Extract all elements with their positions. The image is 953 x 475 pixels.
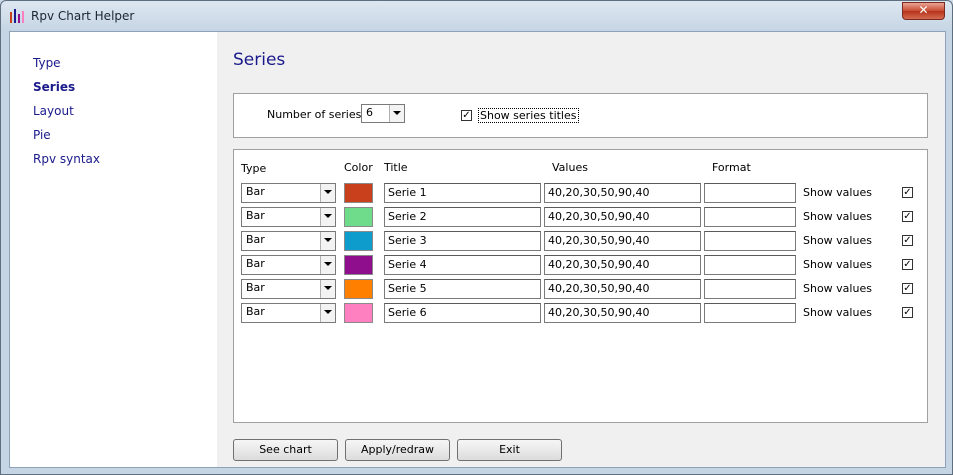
series-format-input[interactable] — [704, 183, 796, 203]
series-type-select[interactable]: Bar — [241, 207, 336, 227]
show-values-checkbox[interactable]: ✓ — [902, 307, 913, 318]
number-of-series-value: 6 — [366, 106, 373, 119]
sidebar-item-layout[interactable]: Layout — [33, 104, 74, 118]
chevron-down-icon[interactable] — [320, 256, 335, 274]
column-header-title: Title — [384, 161, 408, 174]
show-values-label: Show values — [803, 210, 872, 223]
show-values-checkbox[interactable]: ✓ — [902, 283, 913, 294]
series-row: Bar Serie 2 40,20,30,50,90,40 Show value… — [234, 207, 927, 229]
close-button[interactable]: ✕ — [902, 2, 945, 20]
sidebar-item-pie[interactable]: Pie — [33, 128, 51, 142]
exit-button[interactable]: Exit — [457, 439, 562, 461]
series-type-select[interactable]: Bar — [241, 255, 336, 275]
column-header-values: Values — [552, 161, 588, 174]
chevron-down-icon[interactable] — [320, 232, 335, 250]
series-color-swatch[interactable] — [344, 207, 373, 227]
series-type-value: Bar — [246, 257, 265, 270]
show-values-checkbox[interactable]: ✓ — [902, 259, 913, 270]
number-of-series-select[interactable]: 6 — [361, 104, 405, 123]
series-values-input[interactable]: 40,20,30,50,90,40 — [544, 183, 701, 203]
page-title: Series — [233, 50, 286, 70]
checkmark-icon: ✓ — [903, 283, 912, 294]
series-title-input[interactable]: Serie 5 — [384, 279, 541, 299]
series-title-input[interactable]: Serie 2 — [384, 207, 541, 227]
series-type-select[interactable]: Bar — [241, 183, 336, 203]
series-title-input[interactable]: Serie 6 — [384, 303, 541, 323]
sidebar: Type Series Layout Pie Rpv syntax — [10, 32, 217, 467]
column-header-type: Type — [241, 162, 267, 175]
series-values-input[interactable]: 40,20,30,50,90,40 — [544, 207, 701, 227]
series-row: Bar Serie 1 40,20,30,50,90,40 Show value… — [234, 183, 927, 205]
series-color-swatch[interactable] — [344, 231, 373, 251]
chart-bars-icon — [10, 9, 24, 23]
checkmark-icon: ✓ — [903, 307, 912, 318]
show-values-label: Show values — [803, 234, 872, 247]
series-type-select[interactable]: Bar — [241, 279, 336, 299]
sidebar-item-type[interactable]: Type — [33, 56, 61, 70]
checkmark-icon: ✓ — [462, 110, 471, 121]
checkmark-icon: ✓ — [903, 187, 912, 198]
window-title: Rpv Chart Helper — [31, 9, 135, 23]
title-bar[interactable]: Rpv Chart Helper ✕ — [1, 1, 952, 31]
series-title-input[interactable]: Serie 1 — [384, 183, 541, 203]
show-values-label: Show values — [803, 282, 872, 295]
see-chart-button[interactable]: See chart — [233, 439, 338, 461]
series-title-input[interactable]: Serie 4 — [384, 255, 541, 275]
series-type-value: Bar — [246, 209, 265, 222]
series-color-swatch[interactable] — [344, 279, 373, 299]
series-format-input[interactable] — [704, 231, 796, 251]
series-format-input[interactable] — [704, 279, 796, 299]
show-values-label: Show values — [803, 306, 872, 319]
chevron-down-icon[interactable] — [389, 105, 404, 122]
sidebar-item-rpv-syntax[interactable]: Rpv syntax — [33, 152, 100, 166]
show-values-checkbox[interactable]: ✓ — [902, 235, 913, 246]
app-window: Rpv Chart Helper ✕ Type Series Layout Pi… — [0, 0, 953, 475]
series-values-input[interactable]: 40,20,30,50,90,40 — [544, 303, 701, 323]
series-format-input[interactable] — [704, 207, 796, 227]
series-title-input[interactable]: Serie 3 — [384, 231, 541, 251]
series-format-input[interactable] — [704, 303, 796, 323]
series-color-swatch[interactable] — [344, 255, 373, 275]
series-type-value: Bar — [246, 233, 265, 246]
chevron-down-icon[interactable] — [320, 280, 335, 298]
show-series-titles-checkbox[interactable]: ✓ — [461, 110, 472, 121]
column-header-format: Format — [712, 161, 751, 174]
number-of-series-label: Number of series — [267, 108, 362, 121]
series-color-swatch[interactable] — [344, 183, 373, 203]
main-panel: Series Number of series 6 ✓ Show series … — [217, 32, 945, 467]
series-row: Bar Serie 3 40,20,30,50,90,40 Show value… — [234, 231, 927, 253]
client-area: Type Series Layout Pie Rpv syntax Series… — [9, 31, 946, 468]
apply-redraw-button[interactable]: Apply/redraw — [345, 439, 450, 461]
series-type-value: Bar — [246, 185, 265, 198]
close-icon: ✕ — [918, 3, 929, 17]
series-values-input[interactable]: 40,20,30,50,90,40 — [544, 279, 701, 299]
show-values-label: Show values — [803, 258, 872, 271]
series-type-select[interactable]: Bar — [241, 303, 336, 323]
checkmark-icon: ✓ — [903, 211, 912, 222]
chevron-down-icon[interactable] — [320, 208, 335, 226]
checkmark-icon: ✓ — [903, 235, 912, 246]
show-values-checkbox[interactable]: ✓ — [902, 211, 913, 222]
series-row: Bar Serie 4 40,20,30,50,90,40 Show value… — [234, 255, 927, 277]
series-values-input[interactable]: 40,20,30,50,90,40 — [544, 231, 701, 251]
series-type-value: Bar — [246, 305, 265, 318]
series-format-input[interactable] — [704, 255, 796, 275]
chevron-down-icon[interactable] — [320, 304, 335, 322]
chevron-down-icon[interactable] — [320, 184, 335, 202]
series-values-input[interactable]: 40,20,30,50,90,40 — [544, 255, 701, 275]
series-options-group: Number of series 6 ✓ Show series titles — [233, 93, 928, 138]
show-values-checkbox[interactable]: ✓ — [902, 187, 913, 198]
series-type-select[interactable]: Bar — [241, 231, 336, 251]
show-series-titles-label[interactable]: Show series titles — [478, 108, 579, 123]
series-row: Bar Serie 6 40,20,30,50,90,40 Show value… — [234, 303, 927, 325]
series-color-swatch[interactable] — [344, 303, 373, 323]
checkmark-icon: ✓ — [903, 259, 912, 270]
sidebar-item-series[interactable]: Series — [33, 80, 75, 94]
series-table: Type Color Title Values Format Bar Serie… — [233, 149, 928, 423]
series-type-value: Bar — [246, 281, 265, 294]
show-values-label: Show values — [803, 186, 872, 199]
column-header-color: Color — [344, 161, 373, 174]
series-row: Bar Serie 5 40,20,30,50,90,40 Show value… — [234, 279, 927, 301]
